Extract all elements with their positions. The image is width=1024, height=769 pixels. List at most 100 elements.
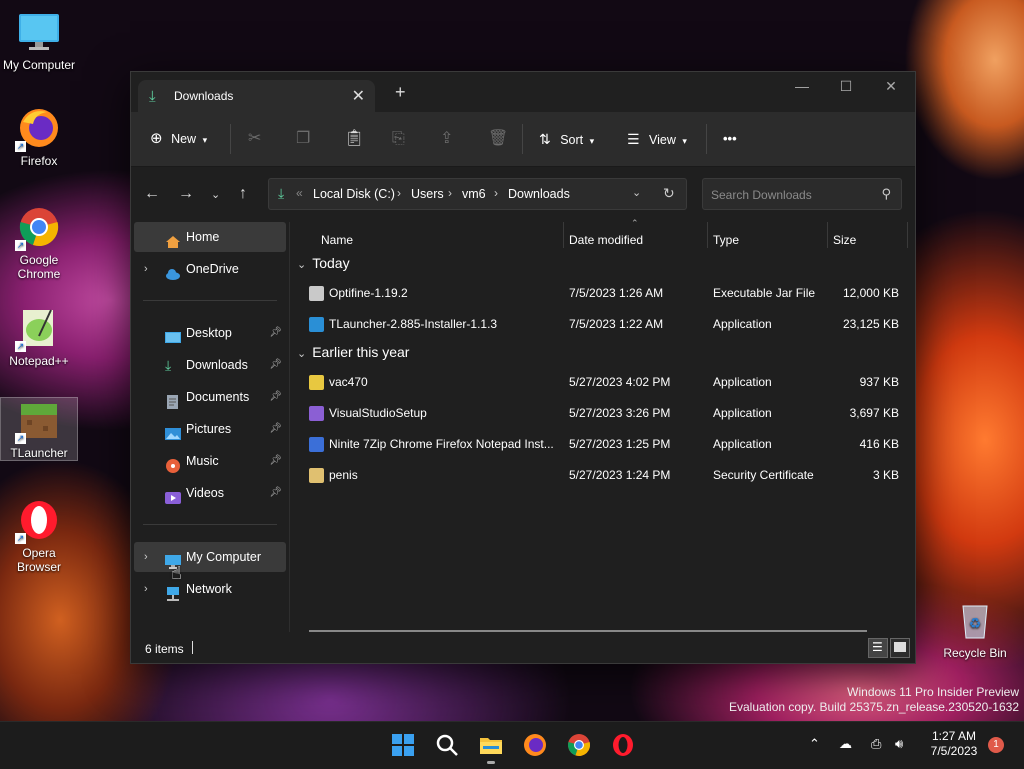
up-arrow-icon[interactable]: ↑ [239, 185, 247, 203]
chrome-icon[interactable] [567, 733, 591, 757]
details-view-button[interactable]: ☰ [868, 638, 888, 658]
file-name: vac470 [329, 375, 368, 389]
close-tab-icon[interactable]: ✕ [352, 86, 365, 106]
minimize-button[interactable]: — [787, 78, 817, 94]
sidebar-item-documents[interactable]: Documents 📌︎ [134, 382, 286, 412]
large-icons-view-button[interactable] [890, 638, 910, 658]
file-row[interactable]: penis 5/27/2023 1:24 PM Security Certifi… [291, 460, 915, 491]
desktop-icon-chrome[interactable]: ↗ Google Chrome [1, 205, 77, 281]
back-arrow-icon[interactable]: ← [144, 185, 160, 203]
desktop-icon-label: Notepad++ [9, 354, 69, 368]
music-icon [165, 454, 181, 473]
desktop-icon-recycle-bin[interactable]: ♻ Recycle Bin [937, 598, 1013, 660]
column-header-size[interactable]: Size [833, 225, 856, 255]
search-input[interactable] [709, 185, 873, 205]
tab-downloads[interactable]: ⤓ Downloads ✕ [138, 80, 375, 112]
more-options-button[interactable]: ••• [723, 127, 737, 151]
cut-icon[interactable]: ✂ [248, 127, 261, 151]
breadcrumb-item[interactable]: Users [411, 187, 444, 201]
file-row[interactable]: Optifine-1.19.2 7/5/2023 1:26 AM Executa… [291, 278, 915, 309]
windows-watermark: Windows 11 Pro Insider Preview Evaluatio… [729, 685, 1019, 715]
sidebar-item-home[interactable]: Home [134, 222, 286, 252]
column-header-date-modified[interactable]: Date modified [569, 225, 643, 255]
recent-locations-chevron-icon[interactable]: ⌄ [211, 188, 220, 201]
notification-badge[interactable]: 1 [988, 737, 1004, 753]
network-icon [165, 582, 181, 601]
file-row[interactable]: vac470 5/27/2023 4:02 PM Application 937… [291, 367, 915, 398]
forward-arrow-icon[interactable]: → [178, 185, 194, 203]
file-explorer-window: ⤓ Downloads ✕ + — ☐ ✕ ⊕ New ▾ ✂ ❐ 📋︎ ⎘ ⇪… [130, 71, 916, 664]
chevron-right-icon[interactable]: › [144, 542, 148, 572]
tlauncher-app-icon [309, 317, 324, 332]
copy-icon[interactable]: ❐ [296, 127, 310, 151]
sidebar-item-network[interactable]: › Network [134, 574, 286, 604]
status-bar: 6 items ☰ [131, 632, 915, 663]
sidebar-item-downloads[interactable]: ⤓ Downloads 📌︎ [134, 350, 286, 380]
new-tab-button[interactable]: + [395, 82, 406, 103]
search-icon[interactable]: ⚲ [881, 186, 891, 202]
refresh-icon[interactable]: ↻ [663, 185, 675, 202]
file-name: penis [329, 468, 358, 482]
file-size: 937 KB [859, 375, 899, 389]
chevron-down-icon[interactable]: ⌄ [297, 348, 306, 360]
opera-icon[interactable] [611, 733, 635, 757]
group-header-earlier-this-year[interactable]: ⌄ Earlier this year [297, 344, 409, 366]
desktop-icon-my-computer[interactable]: My Computer [1, 10, 77, 72]
file-size: 23,125 KB [842, 317, 899, 331]
sidebar-item-videos[interactable]: Videos 📌︎ [134, 478, 286, 508]
tab-label: Downloads [174, 89, 234, 103]
start-icon[interactable] [391, 733, 415, 757]
breadcrumb-item[interactable]: Downloads [508, 187, 570, 201]
desktop-icon-opera[interactable]: ↗ Opera Browser [1, 498, 77, 574]
firefox-icon[interactable] [523, 733, 547, 757]
view-button[interactable]: ☰ View ▾ [627, 127, 687, 151]
column-header-type[interactable]: Type [713, 225, 739, 255]
desktop-folder-icon [165, 326, 181, 343]
sidebar-item-music[interactable]: Music 📌︎ [134, 446, 286, 476]
desktop-icon-tlauncher[interactable]: ↗ TLauncher [0, 397, 78, 461]
new-button-label: New [171, 132, 197, 146]
new-button[interactable]: ⊕ New ▾ [150, 127, 207, 151]
column-header-name[interactable]: Name [321, 225, 353, 255]
chevron-right-icon[interactable]: › [144, 254, 148, 284]
file-date: 7/5/2023 1:22 AM [569, 317, 664, 331]
file-row[interactable]: VisualStudioSetup 5/27/2023 3:26 PM Appl… [291, 398, 915, 429]
file-date: 5/27/2023 4:02 PM [569, 375, 671, 389]
sidebar-item-my-computer[interactable]: › My Computer [134, 542, 286, 572]
sort-button[interactable]: ⇅ Sort ▾ [539, 127, 594, 151]
file-explorer-icon[interactable] [479, 733, 503, 764]
sidebar-item-pictures[interactable]: Pictures 📌︎ [134, 414, 286, 444]
taskbar-clock[interactable]: 1:27 AM 7/5/2023 [924, 729, 984, 759]
volume-icon[interactable]: 🔊︎ [895, 736, 903, 752]
file-row[interactable]: Ninite 7Zip Chrome Firefox Notepad Inst.… [291, 429, 915, 460]
close-window-button[interactable]: ✕ [876, 78, 906, 95]
group-title: Earlier this year [312, 344, 410, 360]
desktop-icon-firefox[interactable]: ↗ Firefox [1, 106, 77, 168]
search-icon[interactable] [435, 733, 459, 757]
chevron-down-icon: ▾ [202, 135, 208, 145]
sidebar-item-desktop[interactable]: Desktop 📌︎ [134, 318, 286, 348]
breadcrumb-item[interactable]: Local Disk (C:) [313, 187, 395, 201]
onedrive-offline-icon[interactable]: ☁ [839, 736, 852, 752]
chevron-right-icon[interactable]: › [144, 574, 148, 604]
sidebar-item-onedrive[interactable]: › OneDrive [134, 254, 286, 284]
rename-icon[interactable]: ⎘ [392, 127, 405, 151]
tlauncher-grass-block-icon: ↗ [15, 398, 61, 444]
maximize-button[interactable]: ☐ [831, 78, 861, 95]
desktop-icon-notepadpp[interactable]: ↗ Notepad++ [1, 306, 77, 368]
address-bar[interactable]: ⤓ « Local Disk (C:) › Users › vm6 › Down… [268, 178, 687, 210]
shortcut-arrow-icon: ↗ [15, 433, 26, 444]
breadcrumb-item[interactable]: vm6 [462, 187, 486, 201]
chevron-down-icon[interactable]: ⌄ [297, 259, 306, 271]
file-row[interactable]: TLauncher-2.885-Installer-1.1.3 7/5/2023… [291, 309, 915, 340]
search-box[interactable]: ⚲ [702, 178, 902, 210]
delete-icon[interactable]: 🗑︎ [488, 127, 508, 151]
share-icon[interactable]: ⇪ [440, 127, 453, 151]
network-status-icon[interactable]: ⎙ [871, 736, 881, 752]
group-header-today[interactable]: ⌄ Today [297, 255, 350, 277]
download-icon: ⤓ [278, 185, 285, 201]
address-dropdown-chevron-icon[interactable]: ⌄ [632, 186, 641, 199]
paste-icon[interactable]: 📋︎ [344, 127, 364, 151]
item-count: 6 items [145, 642, 184, 656]
show-hidden-icons-chevron-icon[interactable]: ⌃ [809, 736, 820, 752]
